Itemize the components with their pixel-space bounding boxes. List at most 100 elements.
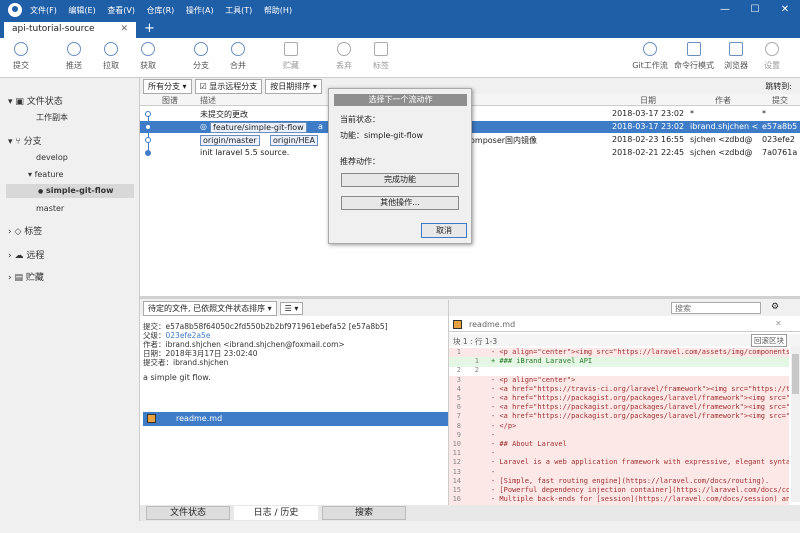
dialog-title: 选择下一个流动作	[334, 94, 467, 106]
menu-file[interactable]: 文件(F)	[30, 6, 57, 15]
sort-dropdown[interactable]: 按日期排序 ▾	[265, 78, 322, 94]
fetch-icon	[141, 42, 155, 56]
old-line-number: 12	[452, 458, 461, 467]
sidebar-item-simple-git-flow[interactable]: ● simple-git-flow	[6, 184, 134, 198]
graph-dot	[145, 124, 151, 130]
cancel-button[interactable]: 取消	[421, 223, 467, 238]
commit-details-pane: 待定的文件, 已依照文件状态排序 ▾ ☰ ▾ 提交：e57a8b58f64050…	[140, 300, 448, 505]
sidebar-item-working-copy[interactable]: 工作副本	[36, 112, 68, 123]
diff-line-text: - [Powerful dependency injection contain…	[491, 486, 789, 494]
column-date[interactable]: 日期	[640, 95, 656, 106]
diff-line-text: - <p align="center">	[491, 375, 576, 384]
other-actions-button[interactable]: 其他操作...	[341, 196, 459, 210]
branch-filter-dropdown[interactable]: 所有分支 ▾	[143, 78, 192, 94]
explorer-button[interactable]: 浏览器	[718, 42, 754, 71]
diff-line-text: - <a href="https://travis-ci.org/laravel…	[491, 384, 789, 393]
gitflow-dialog: 选择下一个流动作 当前状态： 功能：simple-git-flow 推荐动作： …	[328, 88, 472, 244]
sourcetree-logo-icon	[8, 3, 22, 17]
column-desc[interactable]: 描述	[200, 95, 216, 106]
diff-line-text: -	[491, 430, 496, 439]
menu-repository[interactable]: 仓库(R)	[147, 6, 175, 15]
sidebar-folder-feature[interactable]: ▾ feature	[28, 170, 63, 179]
file-filter-dropdown[interactable]: 待定的文件, 已依照文件状态排序 ▾	[143, 300, 277, 316]
terminal-button[interactable]: 命令行模式	[672, 42, 716, 71]
menu-tools[interactable]: 工具(T)	[225, 6, 252, 15]
fetch-button[interactable]: 获取	[130, 42, 166, 71]
revert-hunk-button[interactable]: 回滚区块	[751, 334, 787, 347]
pull-icon	[104, 42, 118, 56]
toolbar: 提交 推送 拉取 获取 分支 合并 贮藏 丢弃 标签 Git工作流 命令行模式 …	[0, 38, 800, 78]
maximize-button[interactable]: ☐	[740, 0, 770, 20]
changed-file-row[interactable]: readme.md	[143, 412, 448, 426]
modified-file-icon	[453, 320, 462, 329]
push-button[interactable]: 推送	[56, 42, 92, 71]
menu-actions[interactable]: 操作(A)	[186, 6, 214, 15]
old-line-number: 9	[456, 430, 461, 439]
diff-line-text: - <a href="https://packagist.org/package…	[491, 403, 789, 412]
close-tab-icon[interactable]: ✕	[120, 24, 128, 36]
diff-line-text: - ## About Laravel	[491, 440, 567, 448]
sidebar-item-develop[interactable]: develop	[36, 153, 68, 162]
sidebar-item-master[interactable]: master	[36, 204, 64, 213]
scrollbar-thumb[interactable]	[792, 354, 799, 394]
list-icon: ☰	[284, 303, 292, 313]
close-diff-icon[interactable]: ✕	[775, 319, 782, 328]
sidebar-section-tags[interactable]: › ◇ 标签	[8, 224, 42, 237]
branch-icon	[194, 42, 208, 56]
status-bar	[0, 521, 800, 533]
tab-search[interactable]: 搜索	[322, 506, 406, 520]
tag-button[interactable]: 标签	[363, 42, 399, 71]
diff-scrollbar[interactable]	[791, 346, 800, 502]
diff-line-text: - [Simple, fast routing engine](https://…	[491, 476, 770, 485]
diff-line[interactable]: 16 - Multiple back-ends for [session](htt…	[449, 495, 789, 506]
terminal-icon	[687, 42, 701, 56]
show-remote-checkbox[interactable]: ☑ 显示远程分支	[194, 78, 263, 94]
merge-button[interactable]: 合并	[220, 42, 256, 71]
old-line-number: 8	[456, 421, 461, 430]
minimize-button[interactable]: —	[710, 0, 740, 20]
commit-button[interactable]: 提交	[3, 42, 39, 71]
sidebar-section-stashes[interactable]: › ▤ 贮藏	[8, 270, 44, 283]
diff-line-text: + ### iBrand Laravel API	[491, 357, 593, 366]
column-author[interactable]: 作者	[715, 95, 731, 106]
diff-line-text: - Multiple back-ends for [session](https…	[491, 495, 789, 504]
pull-button[interactable]: 拉取	[93, 42, 129, 71]
menu-help[interactable]: 帮助(H)	[264, 6, 292, 15]
merge-icon	[231, 42, 245, 56]
menu-edit[interactable]: 编辑(E)	[68, 6, 95, 15]
new-line-number: 2	[474, 366, 479, 375]
stash-button[interactable]: 贮藏	[273, 42, 309, 71]
commit-message: a simple git flow.	[143, 373, 211, 382]
gitflow-button[interactable]: Git工作流	[630, 42, 670, 71]
gear-icon	[765, 42, 779, 56]
finish-feature-button[interactable]: 完成功能	[341, 173, 459, 187]
list-view-dropdown[interactable]: ☰ ▾	[279, 301, 304, 315]
committer-line: 提交者：ibrand.shjchen	[143, 358, 229, 367]
tab-file-status[interactable]: 文件状态	[146, 506, 230, 520]
sidebar-section-remotes[interactable]: › ☁ 远程	[8, 248, 44, 261]
diff-line-text: - </p>	[491, 421, 517, 430]
menu-view[interactable]: 查看(V)	[107, 6, 135, 15]
close-window-button[interactable]: ✕	[770, 0, 800, 20]
repo-tab[interactable]: api-tutorial-source ✕	[4, 22, 136, 38]
new-tab-button[interactable]: +	[144, 21, 155, 36]
pane-splitter[interactable]	[140, 296, 800, 299]
gear-icon[interactable]: ⚙	[771, 302, 779, 312]
diff-filename: readme.md	[469, 320, 516, 329]
discard-button[interactable]: 丢弃	[326, 42, 362, 71]
old-line-number: 11	[452, 449, 461, 458]
sidebar-section-branches[interactable]: ▾ ⑂ 分支	[8, 134, 42, 147]
column-commit[interactable]: 提交	[772, 95, 788, 106]
diff-line-text: - Laravel is a web application framework…	[491, 458, 789, 467]
tab-log-history[interactable]: 日志 / 历史	[234, 506, 318, 520]
old-line-number: 4	[456, 384, 461, 393]
old-line-number: 6	[456, 403, 461, 412]
column-graph[interactable]: 图谱	[162, 95, 178, 106]
branch-button[interactable]: 分支	[183, 42, 219, 71]
search-input[interactable]	[671, 302, 761, 314]
sidebar-section-file-status[interactable]: ▾ ▣ 文件状态	[8, 94, 63, 107]
old-line-number: 3	[456, 375, 461, 384]
settings-button[interactable]: 设置	[754, 42, 790, 71]
folder-icon	[729, 42, 743, 56]
diff-line-text: -	[491, 467, 496, 476]
